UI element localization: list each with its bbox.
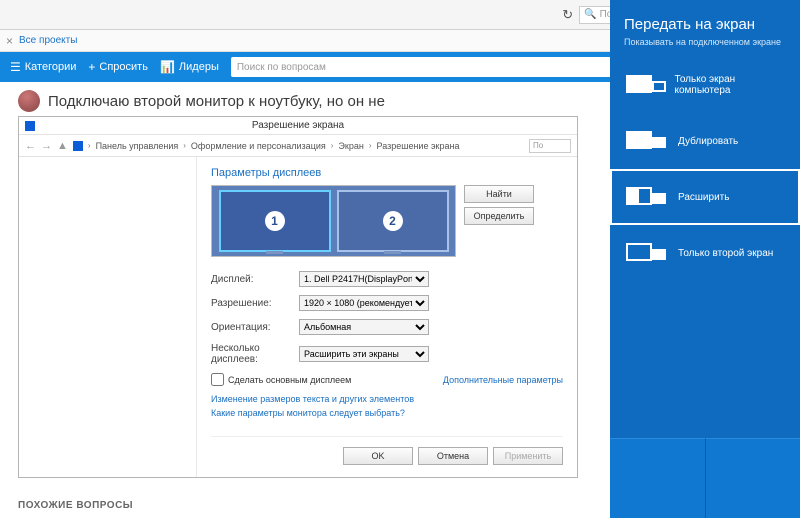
display-2-number: 2	[383, 211, 403, 231]
monitor-params-link[interactable]: Какие параметры монитора следует выбрать…	[211, 408, 563, 418]
params-heading: Параметры дисплеев	[211, 167, 563, 179]
dialog-buttons: OK Отмена Применить	[211, 436, 563, 465]
window-icon	[25, 121, 35, 131]
window-search-input[interactable]: По	[529, 139, 571, 153]
window-left-panel	[19, 157, 197, 477]
tile[interactable]	[706, 438, 800, 518]
display-1[interactable]: 1	[219, 190, 331, 252]
project-panel-subtitle: Показывать на подключенном экране	[610, 37, 800, 57]
close-icon[interactable]: ×	[6, 34, 13, 48]
window-titlebar[interactable]: Разрешение экрана	[19, 117, 577, 135]
nav-ask-label: Спросить	[99, 61, 148, 73]
nav-leaders[interactable]: 📊 Лидеры	[160, 60, 219, 74]
nav-leaders-label: Лидеры	[179, 61, 219, 73]
charm-tiles	[610, 438, 800, 518]
orientation-select[interactable]: Альбомная	[299, 319, 429, 335]
display-2[interactable]: 2	[337, 190, 449, 252]
categories-icon: ☰	[10, 60, 21, 74]
search-icon: 🔍	[584, 9, 596, 20]
chevron-icon: ›	[369, 141, 372, 150]
breadcrumb-item[interactable]: Разрешение экрана	[376, 141, 459, 151]
display-1-number: 1	[265, 211, 285, 231]
primary-display-label: Сделать основным дисплеем	[228, 375, 351, 385]
nav-categories[interactable]: ☰ Категории	[10, 60, 76, 74]
tile[interactable]	[610, 438, 706, 518]
refresh-icon[interactable]: ↻	[562, 7, 573, 23]
display-settings-window: Разрешение экрана ← → ▲ › Панель управле…	[18, 116, 578, 478]
window-title: Разрешение экрана	[252, 120, 344, 131]
window-main-panel: Параметры дисплеев 1 2 Найти	[197, 157, 577, 477]
window-body: Параметры дисплеев 1 2 Найти	[19, 157, 577, 477]
multi-display-select[interactable]: Расширить эти экраны	[299, 346, 429, 362]
extend-label: Расширить	[678, 192, 729, 203]
chevron-icon: ›	[88, 141, 91, 150]
orientation-label: Ориентация:	[211, 322, 299, 333]
forward-icon[interactable]: →	[41, 140, 52, 152]
project-second-only[interactable]: Только второй экран	[610, 225, 800, 281]
resolution-select[interactable]: 1920 × 1080 (рекомендуется)	[299, 295, 429, 311]
pc-only-icon	[626, 73, 665, 97]
back-icon[interactable]: ←	[25, 140, 36, 152]
multi-label: Несколько дисплеев:	[211, 343, 299, 365]
primary-display-checkbox[interactable]	[211, 373, 224, 386]
question-title: Подключаю второй монитор к ноутбуку, но …	[48, 93, 385, 110]
nav-categories-label: Категории	[25, 61, 77, 73]
display-side-buttons: Найти Определить	[464, 185, 534, 225]
duplicate-label: Дублировать	[678, 136, 738, 147]
breadcrumb-item[interactable]: Панель управления	[96, 141, 179, 151]
display-stand	[384, 251, 401, 254]
chart-icon: 📊	[160, 60, 175, 74]
display-arrangement-canvas[interactable]: 1 2	[211, 185, 456, 257]
window-breadcrumb-bar: ← → ▲ › Панель управления › Оформление и…	[19, 135, 577, 157]
project-panel: Передать на экран Показывать на подключе…	[610, 0, 800, 518]
pc-only-label: Только экран компьютера	[675, 74, 785, 96]
help-links: Изменение размеров текста и других элеме…	[211, 394, 563, 418]
apply-button[interactable]: Применить	[493, 447, 563, 465]
nav-ask[interactable]: + Спросить	[88, 60, 148, 74]
find-button[interactable]: Найти	[464, 185, 534, 203]
second-only-icon	[626, 241, 668, 265]
chevron-icon: ›	[183, 141, 186, 150]
resolution-label: Разрешение:	[211, 298, 299, 309]
form-rows: Дисплей: 1. Dell P2417H(DisplayPort) Раз…	[211, 271, 563, 365]
duplicate-icon	[626, 129, 668, 153]
second-only-label: Только второй экран	[678, 248, 773, 259]
display-label: Дисплей:	[211, 274, 299, 285]
ok-button[interactable]: OK	[343, 447, 413, 465]
project-panel-title: Передать на экран	[610, 0, 800, 37]
primary-display-row: Сделать основным дисплеем Дополнительные…	[211, 373, 563, 386]
site-search-placeholder: Поиск по вопросам	[237, 62, 326, 73]
project-extend[interactable]: Расширить	[610, 169, 800, 225]
detect-button[interactable]: Определить	[464, 207, 534, 225]
breadcrumb-item[interactable]: Оформление и персонализация	[191, 141, 326, 151]
up-icon[interactable]: ▲	[57, 140, 68, 152]
pc-icon	[73, 141, 83, 151]
display-arrangement-row: 1 2 Найти Определить	[211, 185, 563, 257]
display-select[interactable]: 1. Dell P2417H(DisplayPort)	[299, 271, 429, 287]
breadcrumb-item[interactable]: Экран	[338, 141, 363, 151]
text-size-link[interactable]: Изменение размеров текста и других элеме…	[211, 394, 563, 404]
plus-icon: +	[88, 60, 95, 74]
cancel-button[interactable]: Отмена	[418, 447, 488, 465]
additional-params-link[interactable]: Дополнительные параметры	[443, 375, 563, 385]
question-avatar	[18, 90, 40, 112]
project-pc-only[interactable]: Только экран компьютера	[610, 57, 800, 113]
project-duplicate[interactable]: Дублировать	[610, 113, 800, 169]
extend-icon	[626, 185, 668, 209]
bookmark-all-projects[interactable]: Все проекты	[19, 35, 77, 46]
chevron-icon: ›	[331, 141, 334, 150]
display-stand	[266, 251, 283, 254]
